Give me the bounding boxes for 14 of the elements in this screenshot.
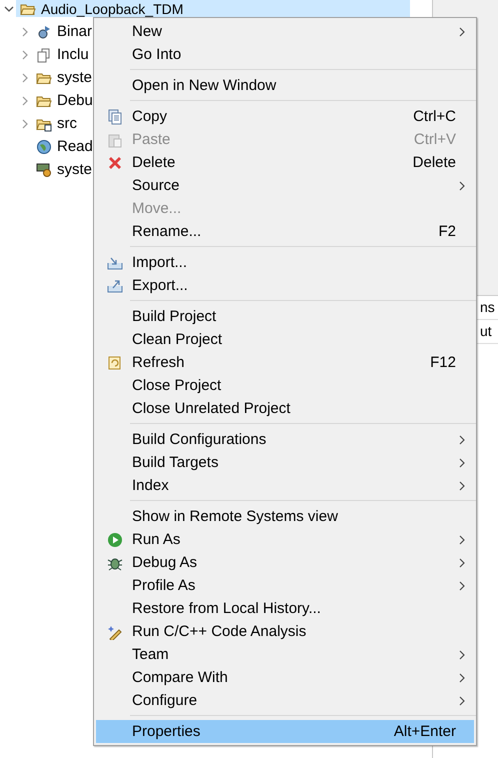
tree-item-label: syste [57,69,92,86]
tree-item-label: Debu [57,92,93,109]
shortcut-label: Delete [412,154,456,171]
tree-item-label: Read [57,138,93,155]
shortcut-label: Ctrl+C [413,108,456,125]
shortcut-label: F2 [438,223,456,240]
tree-item-label: syste [57,161,92,178]
shortcut-label: Ctrl+V [414,131,456,148]
shortcut-label: F12 [430,354,456,371]
tree-item-label: Binar [57,23,92,40]
tree-item-label: src [57,115,77,132]
tree-item-label: Inclu [57,46,89,63]
shortcut-label: Alt+Enter [394,723,456,740]
project-name: Audio_Loopback_TDM [41,0,184,16]
